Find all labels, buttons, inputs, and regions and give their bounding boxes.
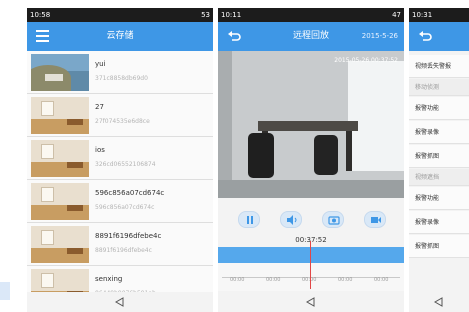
item-id: 8891f6196dfebe4c xyxy=(95,247,152,254)
setting-alarm-function[interactable]: 报警功能 xyxy=(409,97,469,120)
volume-button[interactable] xyxy=(280,211,302,228)
thumbnail-image xyxy=(31,140,89,177)
setting-alarm-snapshot[interactable]: 报警抓图 xyxy=(409,145,469,168)
timeline-tick: 00:00 xyxy=(230,277,245,283)
nav-bar xyxy=(409,292,469,312)
status-time: 10:31 xyxy=(412,11,433,19)
list-item[interactable]: ios 326cd06552106874 xyxy=(27,137,213,180)
section-video-occlusion: 视频遮挡 xyxy=(409,169,469,186)
video-timestamp: 2015-05-26 00:37:52 xyxy=(334,57,398,64)
camera-icon xyxy=(328,216,340,225)
item-name: ios xyxy=(95,146,105,154)
status-bar: 10:58 53 xyxy=(27,8,213,22)
record-button[interactable] xyxy=(364,211,386,228)
nav-back-icon[interactable] xyxy=(306,297,316,307)
side-tab xyxy=(0,282,10,300)
nav-bar xyxy=(27,292,213,312)
timeline-cursor[interactable] xyxy=(310,241,311,289)
status-time: 10:11 xyxy=(221,11,242,19)
item-name: 8891f6196dfebe4c xyxy=(95,232,162,240)
list-item[interactable]: 8891f6196dfebe4c 8891f6196dfebe4c xyxy=(27,223,213,266)
timeline-tick: 00:00 xyxy=(338,277,353,283)
item-id: 371c8858db69d0 xyxy=(95,75,148,82)
item-name: senxing xyxy=(95,275,123,283)
list-item[interactable]: 27 27f074535e6d8ce xyxy=(27,94,213,137)
cloud-storage-screen: 10:58 53 云存储 yui 371c8858db69d0 27 27f07… xyxy=(27,8,213,312)
thumbnail-image xyxy=(31,183,89,220)
pause-icon xyxy=(247,216,253,224)
status-time: 10:58 xyxy=(30,11,51,19)
status-bar: 10:31 xyxy=(409,8,469,22)
page-title: 云存储 xyxy=(106,31,134,41)
playback-time: 00:37:52 xyxy=(295,236,327,244)
back-arrow-icon[interactable] xyxy=(417,29,433,45)
alarm-settings-screen: 10:31 视频丢失警报 移动侦测 报警功能 报警录像 报警抓图 视频遮挡 报警… xyxy=(409,8,469,312)
setting-alarm-snapshot[interactable]: 报警抓图 xyxy=(409,235,469,258)
thumbnail-image xyxy=(31,226,89,263)
timeline-scale[interactable]: 00:00 00:00 00:00 00:00 00:00 xyxy=(218,263,404,291)
nav-back-icon[interactable] xyxy=(434,297,444,307)
remote-playback-screen: 10:11 47 远程回放 2015-5-26 2015-05-26 00:37… xyxy=(218,8,404,312)
pause-button[interactable] xyxy=(238,211,260,228)
list-item[interactable]: yui 371c8858db69d0 xyxy=(27,51,213,94)
thumbnail-image xyxy=(31,54,89,91)
video-player[interactable]: 2015-05-26 00:37:52 xyxy=(218,51,404,198)
app-bar: 云存储 xyxy=(27,22,213,51)
record-icon xyxy=(371,217,381,223)
thumbnail-image xyxy=(31,97,89,134)
app-bar xyxy=(409,22,469,51)
header-date[interactable]: 2015-5-26 xyxy=(362,22,398,51)
item-id: 326cd06552106874 xyxy=(95,161,156,168)
setting-video-loss-alarm[interactable]: 视频丢失警报 xyxy=(409,55,469,78)
nav-bar xyxy=(218,292,404,312)
volume-icon xyxy=(287,215,297,225)
setting-alarm-recording[interactable]: 报警录像 xyxy=(409,121,469,144)
playback-controls xyxy=(218,206,404,234)
setting-alarm-function[interactable]: 报警功能 xyxy=(409,187,469,210)
section-motion-detection: 移动侦测 xyxy=(409,79,469,96)
setting-alarm-recording[interactable]: 报警录像 xyxy=(409,211,469,234)
item-id: 27f074535e6d8ce xyxy=(95,118,150,125)
timeline-tick: 00:00 xyxy=(266,277,281,283)
list-item[interactable]: 596c856a07cd674c 596c856a07cd674c xyxy=(27,180,213,223)
snapshot-button[interactable] xyxy=(322,211,344,228)
app-bar: 远程回放 2015-5-26 xyxy=(218,22,404,51)
timeline-bar[interactable] xyxy=(218,247,404,263)
item-name: yui xyxy=(95,60,106,68)
item-name: 596c856a07cd674c xyxy=(95,189,165,197)
item-id: 596c856a07cd674c xyxy=(95,204,155,211)
item-name: 27 xyxy=(95,103,104,111)
nav-back-icon[interactable] xyxy=(115,297,125,307)
timeline-tick: 00:00 xyxy=(374,277,389,283)
status-battery: 53 xyxy=(201,11,210,19)
status-bar: 10:11 47 xyxy=(218,8,404,22)
status-battery: 47 xyxy=(392,11,401,19)
